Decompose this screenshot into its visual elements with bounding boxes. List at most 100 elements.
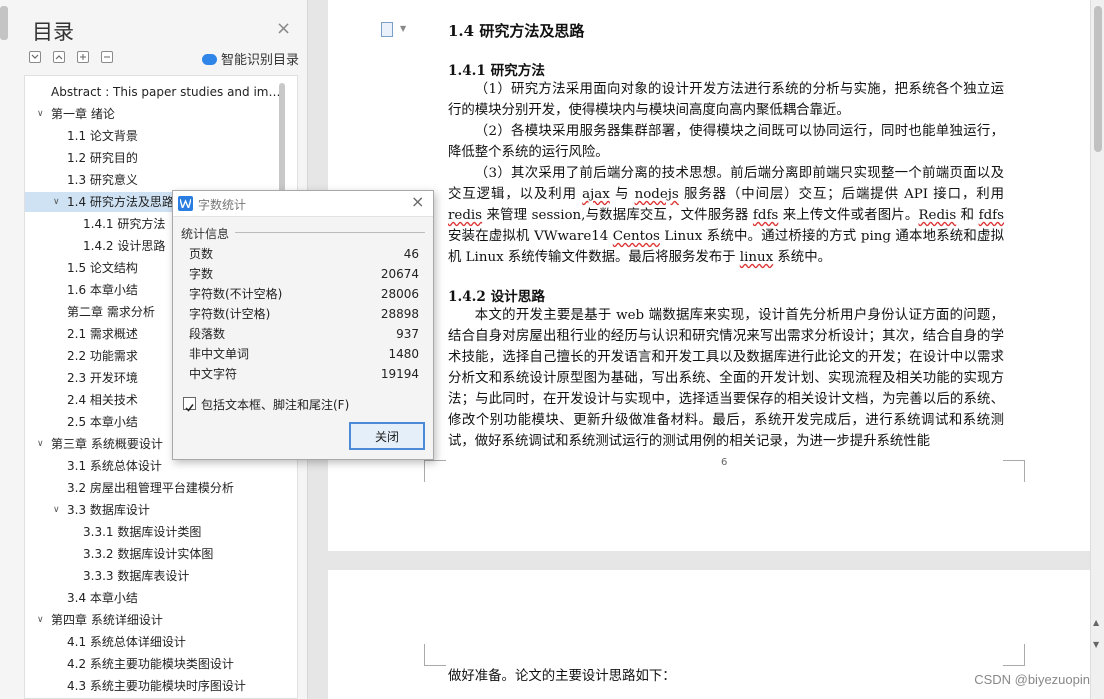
stat-row-chars-with-space: 字符数(计空格) 28898 — [189, 304, 419, 324]
toc-close-icon[interactable]: × — [276, 20, 291, 38]
paragraph-3: （3）其次采用了前后端分离的技术思想。前后端分离即前端只实现整一个前端页面以及交… — [448, 163, 1004, 268]
chevron-down-icon[interactable]: ∨ — [37, 610, 44, 630]
divider — [235, 232, 425, 233]
smart-toc-label: 智能识别目录 — [221, 53, 300, 68]
toc-item-chapter1[interactable]: 第一章 绪论 — [51, 104, 115, 124]
checkmark-icon — [185, 404, 194, 412]
stat-row-chinese-chars: 中文字符 19194 — [189, 364, 419, 384]
toc-item-1-4[interactable]: 1.4 研究方法及思路 — [67, 192, 174, 212]
toc-item-chapter3[interactable]: 第三章 系统概要设计 — [51, 434, 163, 454]
smart-toc-button[interactable]: 智能识别目录 — [202, 49, 299, 68]
toc-item-abstract[interactable]: Abstract : This paper studies and im… — [51, 82, 280, 102]
spell-error[interactable]: redis — [448, 208, 482, 223]
stat-row-chars-no-space: 字符数(不计空格) 28006 — [189, 284, 419, 304]
stat-value: 1480 — [388, 347, 419, 361]
panel-scrollbar[interactable] — [0, 6, 8, 40]
stat-value: 28898 — [380, 307, 419, 321]
stat-label: 中文字符 — [189, 367, 238, 381]
toc-item-1-4-2[interactable]: 1.4.2 设计思路 — [83, 236, 165, 256]
toc-item-1-2[interactable]: 1.2 研究目的 — [67, 148, 138, 168]
subsection-heading-design: 1.4.2 设计思路 — [448, 289, 545, 305]
text: 来管理 session,与数据库交互，文件服务器 — [482, 208, 753, 223]
stat-label: 字符数(计空格) — [189, 307, 271, 321]
text: 来上传文件或者图片。 — [778, 208, 919, 223]
spell-error[interactable]: linux — [740, 250, 773, 265]
toc-item-1-5[interactable]: 1.5 论文结构 — [67, 258, 138, 278]
page2-text: 做好准备。论文的主要设计思路如下： — [448, 669, 676, 684]
paragraph-1: （1）研究方法采用面向对象的设计开发方法进行系统的分析与实施，把系统各个独立运行… — [448, 82, 1004, 118]
dialog-close-icon[interactable]: × — [411, 194, 424, 210]
stat-value: 937 — [396, 327, 419, 341]
add-item-icon[interactable] — [77, 51, 89, 63]
text: 与 — [609, 187, 635, 202]
toc-item-1-6[interactable]: 1.6 本章小结 — [67, 280, 138, 300]
toc-item-chapter4[interactable]: 第四章 系统详细设计 — [51, 610, 163, 630]
close-button[interactable]: 关闭 — [349, 422, 425, 450]
toc-item-4-3[interactable]: 4.3 系统主要功能模块时序图设计 — [67, 676, 246, 696]
wps-writer-icon — [178, 196, 193, 211]
spell-error[interactable]: fdfs — [979, 208, 1004, 223]
toc-item-3-3-2[interactable]: 3.3.2 数据库设计实体图 — [83, 544, 213, 564]
subsection-heading-method: 1.4.1 研究方法 — [448, 63, 545, 79]
spell-error[interactable]: ajax — [582, 187, 610, 202]
chevron-down-icon[interactable]: ∨ — [53, 500, 60, 520]
toc-item-1-1[interactable]: 1.1 论文背景 — [67, 126, 138, 146]
spell-error[interactable]: nodejs — [635, 187, 679, 202]
spell-error[interactable]: Redis — [918, 208, 956, 223]
toc-item-3-3-3[interactable]: 3.3.3 数据库表设计 — [83, 566, 189, 586]
crop-mark — [424, 460, 446, 482]
cloud-icon — [202, 54, 217, 65]
toc-item-chapter2[interactable]: 第二章 需求分析 — [67, 302, 155, 322]
text: 安装在虚拟机 VWware14 — [448, 229, 613, 244]
stat-label: 非中文单词 — [189, 347, 250, 361]
stat-label: 页数 — [189, 247, 214, 261]
scroll-up-icon[interactable]: ▲ — [1093, 618, 1099, 627]
scrollbar-thumb[interactable] — [1094, 6, 1102, 152]
crop-mark — [1003, 644, 1025, 666]
dialog-title: 字数统计 — [198, 198, 247, 212]
toc-item-1-4-1[interactable]: 1.4.1 研究方法 — [83, 214, 165, 234]
toc-item-2-2[interactable]: 2.2 功能需求 — [67, 346, 138, 366]
stat-row-non-chinese-words: 非中文单词 1480 — [189, 344, 419, 364]
toc-item-2-3[interactable]: 2.3 开发环境 — [67, 368, 138, 388]
toc-item-3-3[interactable]: 3.3 数据库设计 — [67, 500, 150, 520]
document-menu-icon[interactable] — [381, 22, 393, 37]
toc-item-2-4[interactable]: 2.4 相关技术 — [67, 390, 138, 410]
toc-item-1-3[interactable]: 1.3 研究意义 — [67, 170, 138, 190]
stat-value: 19194 — [380, 367, 419, 381]
vertical-scrollbar[interactable]: ▲ ▼ — [1090, 0, 1104, 699]
dialog-titlebar[interactable]: 字数统计 × — [173, 191, 433, 217]
include-textbox-label[interactable]: 包括文本框、脚注和尾注(F) — [201, 396, 349, 413]
spell-error[interactable]: Centos — [613, 229, 660, 244]
stat-label: 段落数 — [189, 327, 226, 341]
text: 服务器（中间层）交互；后端提供 API 接口，利用 — [678, 187, 1005, 202]
toc-item-2-5[interactable]: 2.5 本章小结 — [67, 412, 138, 432]
watermark: CSDN @biyezuopin — [974, 672, 1090, 687]
stat-row-pages: 页数 46 — [189, 244, 419, 264]
expand-all-icon[interactable] — [53, 51, 65, 63]
toc-item-4-2[interactable]: 4.2 系统主要功能模块类图设计 — [67, 654, 234, 674]
crop-mark — [424, 644, 446, 666]
dropdown-arrow-icon[interactable]: ▼ — [400, 24, 406, 33]
toc-item-3-2[interactable]: 3.2 房屋出租管理平台建模分析 — [67, 478, 234, 498]
chevron-down-icon[interactable]: ∨ — [37, 434, 44, 454]
stat-label: 字数 — [189, 267, 214, 281]
toc-item-3-3-1[interactable]: 3.3.1 数据库设计类图 — [83, 522, 201, 542]
paragraph-2: （2）各模块采用服务器集群部署，使得模块之间既可以协同运行，同时也能单独运行，降… — [448, 124, 1004, 160]
document-page[interactable]: ▼ 1.4 研究方法及思路 1.4.1 研究方法 （1）研究方法采用面向对象的设… — [328, 0, 1090, 551]
collapse-all-icon[interactable] — [29, 51, 41, 63]
toc-item-3-4[interactable]: 3.4 本章小结 — [67, 588, 138, 608]
chevron-down-icon[interactable]: ∨ — [37, 104, 44, 124]
scroll-down-icon[interactable]: ▼ — [1093, 640, 1099, 649]
toc-item-3-1[interactable]: 3.1 系统总体设计 — [67, 456, 162, 476]
crop-mark — [1003, 460, 1025, 482]
toc-title: 目录 — [32, 20, 74, 44]
remove-item-icon[interactable] — [101, 51, 113, 63]
stat-row-words: 字数 20674 — [189, 264, 419, 284]
chevron-down-icon[interactable]: ∨ — [53, 192, 60, 212]
include-textbox-checkbox[interactable] — [183, 397, 196, 412]
toc-item-4-1[interactable]: 4.1 系统总体详细设计 — [67, 632, 186, 652]
toc-item-2-1[interactable]: 2.1 需求概述 — [67, 324, 138, 344]
spell-error[interactable]: fdfs — [753, 208, 778, 223]
text: 和 — [956, 208, 979, 223]
